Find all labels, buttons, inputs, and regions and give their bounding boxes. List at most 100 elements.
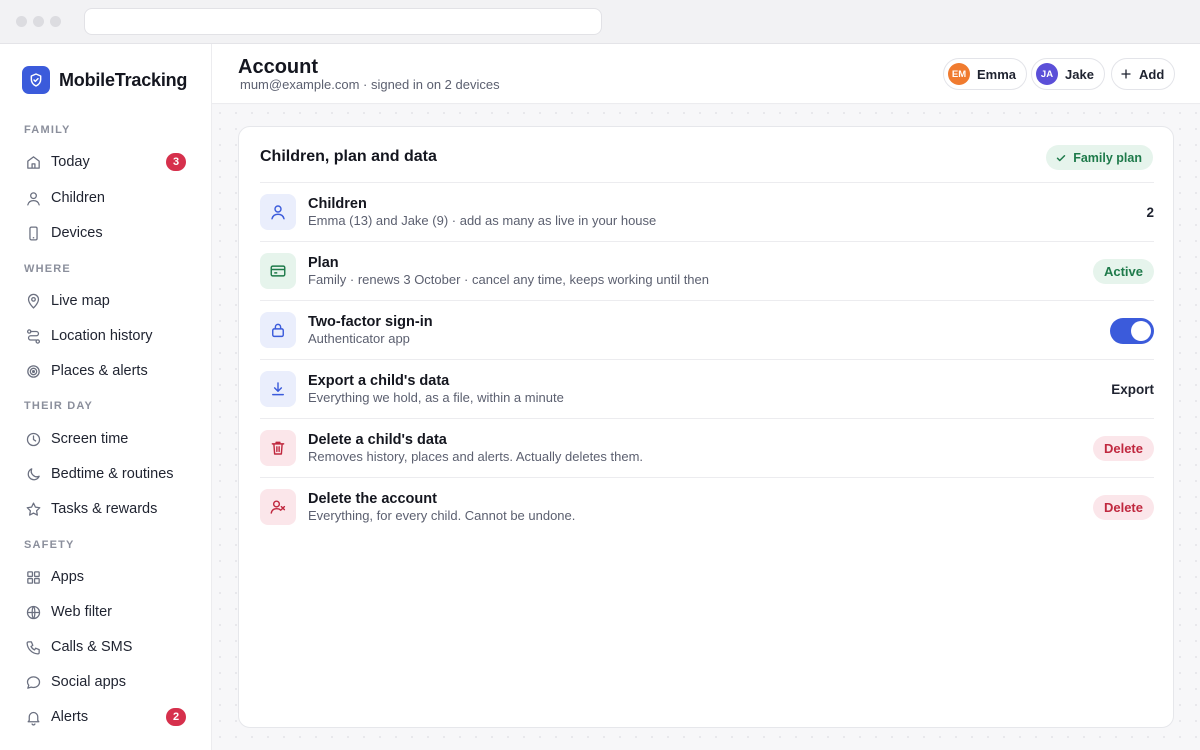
sidebar-item-bedtime-routines[interactable]: Bedtime & routines (12, 458, 198, 490)
today-count-badge: 3 (166, 153, 186, 171)
phone-icon (24, 224, 42, 242)
target-icon (24, 362, 42, 380)
bell-icon (24, 708, 42, 726)
section-label-their-day: THEIR DAY (24, 400, 94, 412)
sidebar-item-label: Web filter (51, 604, 112, 620)
sidebar-item-places-alerts[interactable]: Places & alerts (12, 355, 198, 387)
settings-row-children[interactable]: Children Emma (13) and Jake (9) · add as… (260, 182, 1154, 241)
child-chip-emma[interactable]: EM Emma (943, 58, 1028, 90)
child-chip-jake[interactable]: JA Jake (1031, 58, 1105, 90)
children-count: 2 (1146, 205, 1154, 220)
settings-row-export-data: Export a child's data Everything we hold… (260, 359, 1154, 418)
grid-icon (24, 568, 42, 586)
row-description: Authenticator app (308, 331, 410, 346)
export-button[interactable]: Export (1111, 382, 1154, 397)
sidebar-item-calls-sms[interactable]: Calls & SMS (12, 631, 198, 663)
row-description: Emma (13) and Jake (9) · add as many as … (308, 213, 657, 228)
lock-icon (260, 312, 296, 348)
sidebar-item-children[interactable]: Children (12, 182, 198, 214)
user-icon (24, 189, 42, 207)
account-subtitle: mum@example.com · signed in on 2 devices (240, 77, 500, 92)
delete-account-button[interactable]: Delete (1092, 495, 1154, 520)
sidebar-item-label: Social apps (51, 674, 126, 690)
delete-child-data-button[interactable]: Delete (1092, 436, 1154, 461)
phone-call-icon (24, 638, 42, 656)
sidebar-item-label: Live map (51, 293, 110, 309)
shield-check-icon (22, 66, 50, 94)
credit-card-icon (260, 253, 296, 289)
row-title: Two-factor sign-in (308, 314, 433, 330)
settings-row-two-factor: Two-factor sign-in Authenticator app (260, 300, 1154, 359)
sidebar-item-label: Bedtime & routines (51, 466, 174, 482)
page-title: Account (238, 56, 318, 78)
section-label-where: WHERE (24, 263, 71, 275)
sidebar-item-screen-time[interactable]: Screen time (12, 423, 198, 455)
sidebar-item-label: Location history (51, 328, 153, 344)
sidebar-item-devices[interactable]: Devices (12, 217, 198, 249)
sidebar-item-label: Tasks & rewards (51, 501, 158, 517)
settings-row-plan[interactable]: Plan Family · renews 3 October · cancel … (260, 241, 1154, 300)
row-title: Export a child's data (308, 373, 450, 389)
sidebar-item-apps[interactable]: Apps (12, 561, 198, 593)
route-icon (24, 327, 42, 345)
user-remove-icon (260, 489, 296, 525)
window-minimize-dot[interactable] (33, 16, 44, 27)
add-label: Add (1139, 66, 1165, 82)
plus-icon (1120, 68, 1132, 80)
sidebar-item-label: Devices (51, 225, 103, 241)
sidebar-item-tasks-rewards[interactable]: Tasks & rewards (12, 493, 198, 525)
sidebar-item-today[interactable]: Today 3 (12, 146, 198, 178)
user-icon (260, 194, 296, 230)
brand-name: MobileTracking (59, 69, 188, 90)
row-description: Everything, for every child. Cannot be u… (308, 508, 576, 523)
sidebar-item-label: Today (51, 154, 90, 170)
globe-icon (24, 603, 42, 621)
moon-icon (24, 465, 42, 483)
star-icon (24, 500, 42, 518)
clock-icon (24, 430, 42, 448)
settings-row-delete-account: Delete the account Everything, for every… (260, 477, 1154, 536)
main-content: Children, plan and data Family plan Chil… (212, 105, 1200, 750)
row-title: Children (308, 196, 367, 212)
two-factor-toggle[interactable] (1110, 318, 1154, 344)
row-description: Removes history, places and alerts. Actu… (308, 449, 644, 464)
sidebar-item-web-filter[interactable]: Web filter (12, 596, 198, 628)
add-child-button[interactable]: Add (1111, 58, 1176, 90)
row-title: Delete a child's data (308, 432, 447, 448)
account-card: Children, plan and data Family plan Chil… (238, 126, 1174, 728)
window-close-dot[interactable] (16, 16, 27, 27)
avatar: EM (948, 63, 970, 85)
row-title: Plan (308, 255, 339, 271)
card-title: Children, plan and data (260, 148, 437, 165)
section-label-safety: SAFETY (24, 539, 75, 551)
trash-icon (260, 430, 296, 466)
plan-status-badge: Active (1092, 259, 1154, 284)
brand[interactable]: MobileTracking (22, 66, 187, 94)
sidebar-item-alerts[interactable]: Alerts 2 (12, 701, 198, 733)
sidebar-item-label: Alerts (51, 709, 89, 725)
sidebar-item-social-apps[interactable]: Social apps (12, 666, 198, 698)
chat-bubble-icon (24, 673, 42, 691)
map-pin-icon (24, 292, 42, 310)
browser-chrome (0, 0, 1200, 44)
sidebar-item-live-map[interactable]: Live map (12, 285, 198, 317)
row-description: Family · renews 3 October · cancel any t… (308, 272, 710, 287)
window-maximize-dot[interactable] (50, 16, 61, 27)
address-bar[interactable] (84, 8, 602, 35)
sidebar-item-location-history[interactable]: Location history (12, 320, 198, 352)
toggle-knob (1131, 321, 1151, 341)
avatar: JA (1036, 63, 1058, 85)
plan-badge: Family plan (1046, 145, 1153, 170)
row-title: Delete the account (308, 491, 437, 507)
sidebar-item-label: Screen time (51, 431, 129, 447)
alerts-count-badge: 2 (166, 708, 186, 726)
sidebar-item-label: Places & alerts (51, 363, 148, 379)
child-chip-name: Jake (1065, 66, 1094, 82)
check-icon (1055, 152, 1067, 164)
settings-row-delete-child-data: Delete a child's data Removes history, p… (260, 418, 1154, 477)
sidebar: MobileTracking FAMILY Today 3 Children D… (0, 44, 212, 750)
home-icon (24, 153, 42, 171)
sidebar-item-label: Children (51, 190, 105, 206)
plan-badge-label: Family plan (1073, 150, 1142, 165)
sidebar-item-label: Calls & SMS (51, 639, 133, 655)
